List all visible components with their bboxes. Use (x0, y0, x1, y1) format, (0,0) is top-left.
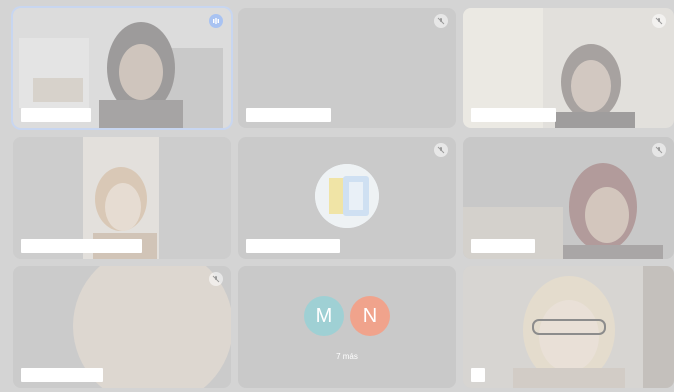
initial-avatar: N (350, 296, 390, 336)
participant-tile[interactable] (13, 266, 231, 388)
participant-tile[interactable] (13, 137, 231, 259)
speaking-indicator-icon (209, 14, 223, 28)
participant-tile[interactable] (238, 8, 456, 128)
participant-name (471, 108, 556, 122)
more-participants-tile[interactable]: M N 7 más (238, 266, 456, 388)
participant-name (21, 108, 91, 122)
participant-tile[interactable] (463, 8, 674, 128)
mic-off-icon (652, 143, 666, 157)
participant-video (463, 266, 674, 388)
participant-tile[interactable] (463, 137, 674, 259)
avatar (315, 164, 379, 228)
more-participants-label: 7 más (336, 352, 358, 361)
overflow-initials: M N (238, 296, 456, 336)
participant-grid: M N 7 más (0, 0, 674, 392)
mic-off-icon (652, 14, 666, 28)
mic-off-icon (434, 143, 448, 157)
participant-name (471, 239, 535, 253)
participant-name (471, 368, 485, 382)
participant-name (21, 239, 142, 253)
participant-tile[interactable] (13, 8, 231, 128)
participant-tile[interactable] (463, 266, 674, 388)
participant-name (246, 108, 331, 122)
participant-name (21, 368, 103, 382)
participant-tile[interactable] (238, 137, 456, 259)
initial-avatar: M (304, 296, 344, 336)
mic-off-icon (434, 14, 448, 28)
participant-name (246, 239, 340, 253)
mic-off-icon (209, 272, 223, 286)
